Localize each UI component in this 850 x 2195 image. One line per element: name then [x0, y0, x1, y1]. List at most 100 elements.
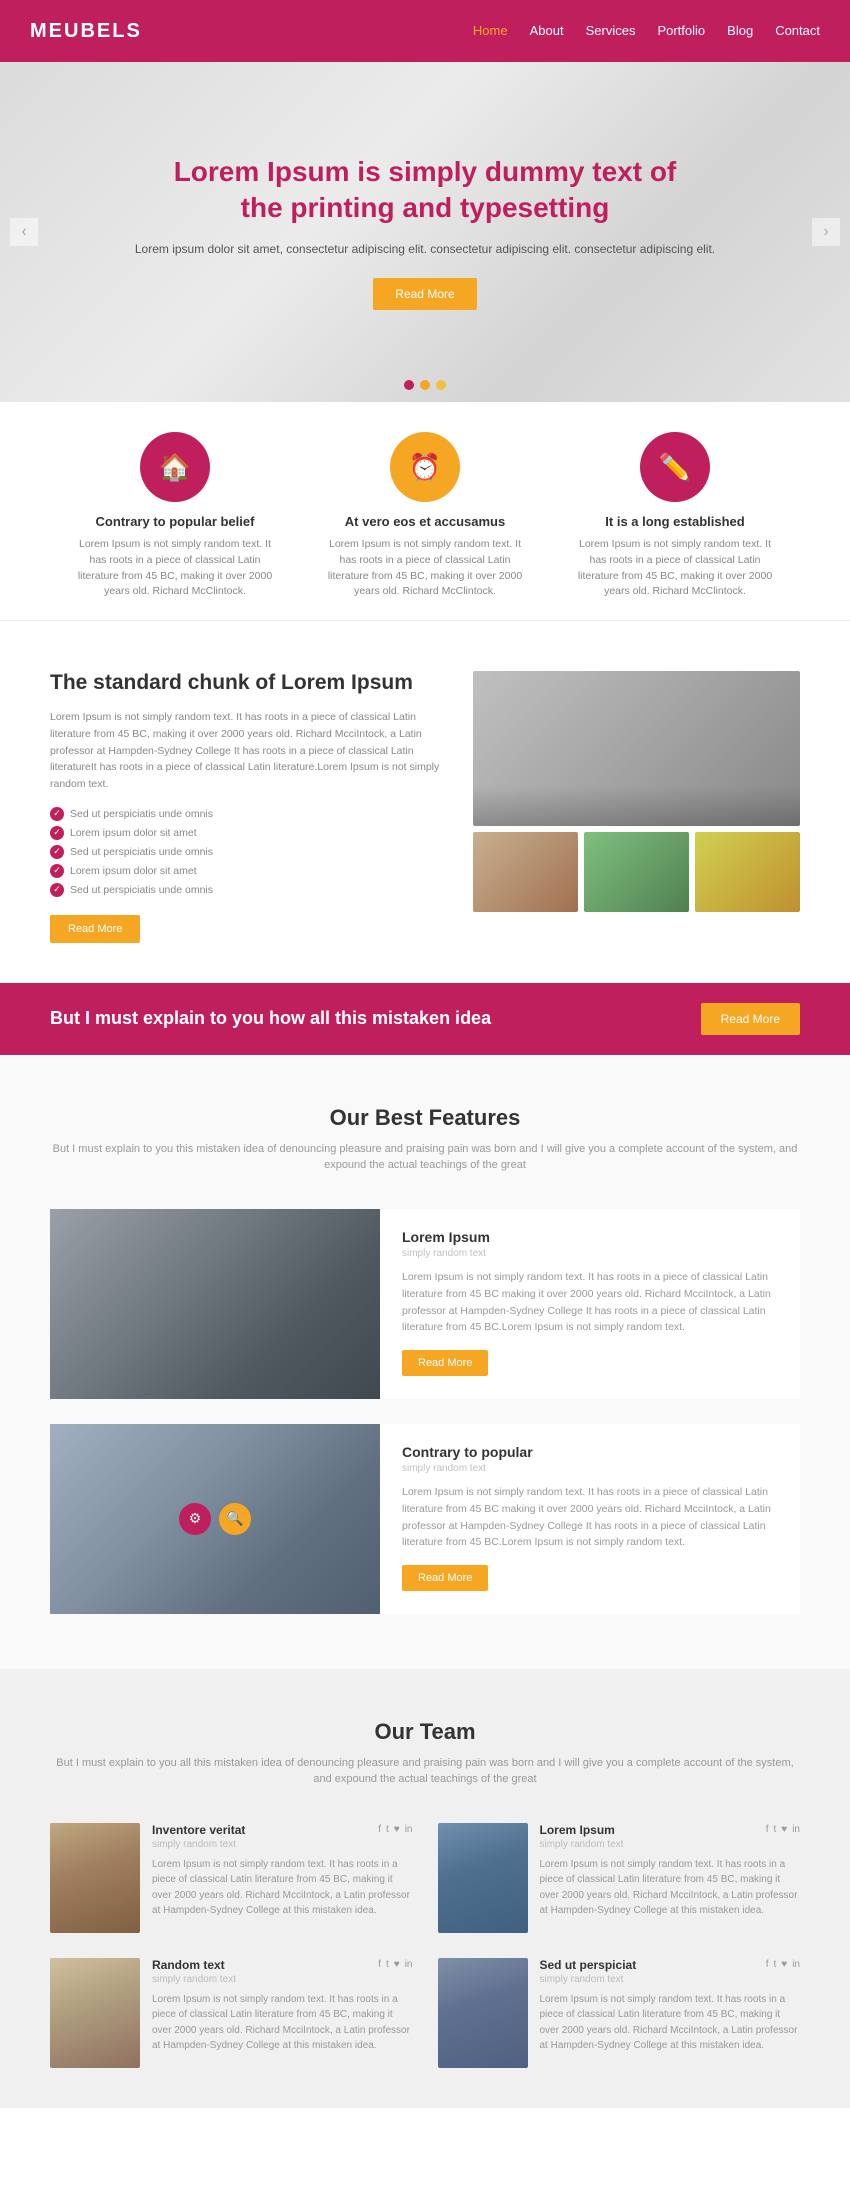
feature-icon-edit: ✏️ — [640, 432, 710, 502]
feature-desc-1: Lorem Ipsum is not simply random text. I… — [70, 537, 280, 600]
social-linkedin-1[interactable]: in — [405, 1824, 413, 1835]
team-role-1: simply random text — [152, 1839, 413, 1850]
hero-content: Lorem Ipsum is simply dummy text of the … — [135, 154, 715, 311]
team-social-1: f t ♥ in — [378, 1824, 412, 1835]
feature-desc-2: Lorem Ipsum is not simply random text. I… — [320, 537, 530, 600]
team-info-4: Sed ut perspiciat f t ♥ in simply random… — [540, 1958, 801, 2054]
hero-dots — [404, 380, 446, 390]
social-twitter-4[interactable]: t — [773, 1959, 776, 1970]
about-images — [473, 671, 800, 912]
team-desc-4: Lorem Ipsum is not simply random text. I… — [540, 1992, 801, 2054]
team-card-3: Random text f t ♥ in simply random text … — [50, 1958, 413, 2068]
nav-contact[interactable]: Contact — [775, 23, 820, 38]
nav-portfolio[interactable]: Portfolio — [657, 23, 705, 38]
social-heart-3[interactable]: ♥ — [394, 1959, 400, 1970]
home-icon: 🏠 — [159, 452, 191, 483]
team-photo-3 — [50, 1958, 140, 2068]
about-heading: The standard chunk of Lorem Ipsum — [50, 671, 443, 695]
social-facebook-2[interactable]: f — [766, 1824, 769, 1835]
social-facebook-1[interactable]: f — [378, 1824, 381, 1835]
team-grid: Inventore veritat f t ♥ in simply random… — [50, 1823, 800, 2068]
team-role-3: simply random text — [152, 1974, 413, 1985]
banner-readmore-button[interactable]: Read More — [701, 1003, 800, 1035]
team-info-3: Random text f t ♥ in simply random text … — [152, 1958, 413, 2054]
feature-card-desc-1: Lorem Ipsum is not simply random text. I… — [402, 1269, 778, 1336]
hero-section: ‹ Lorem Ipsum is simply dummy text of th… — [0, 62, 850, 402]
about-image-small-3 — [695, 832, 800, 912]
social-facebook-3[interactable]: f — [378, 1959, 381, 1970]
nav-blog[interactable]: Blog — [727, 23, 753, 38]
feature-card-title-1: Lorem Ipsum — [402, 1229, 778, 1245]
list-item: Sed ut perspiciatis unde omnis — [50, 807, 443, 821]
feature-card-btn-2[interactable]: Read More — [402, 1565, 488, 1591]
about-readmore-button[interactable]: Read More — [50, 915, 140, 943]
social-twitter-2[interactable]: t — [773, 1824, 776, 1835]
about-text: The standard chunk of Lorem Ipsum Lorem … — [50, 671, 443, 943]
feature-title-2: At vero eos et accusamus — [320, 514, 530, 529]
feature-icon-clock: ⏰ — [390, 432, 460, 502]
nav-links: Home About Services Portfolio Blog Conta… — [473, 22, 820, 40]
clock-icon: ⏰ — [409, 452, 441, 483]
team-photo-1 — [50, 1823, 140, 1933]
hero-next-button[interactable]: › — [812, 218, 840, 246]
feature-card-sub-2: simply random text — [402, 1463, 778, 1474]
team-photo-2 — [438, 1823, 528, 1933]
social-linkedin-4[interactable]: in — [792, 1959, 800, 1970]
hero-heading: Lorem Ipsum is simply dummy text of the … — [135, 154, 715, 227]
feature-desc-3: Lorem Ipsum is not simply random text. I… — [570, 537, 780, 600]
feature-card-title-2: Contrary to popular — [402, 1444, 778, 1460]
team-desc-2: Lorem Ipsum is not simply random text. I… — [540, 1857, 801, 1919]
about-image-small-2 — [584, 832, 689, 912]
social-facebook-4[interactable]: f — [766, 1959, 769, 1970]
team-desc-1: Lorem Ipsum is not simply random text. I… — [152, 1857, 413, 1919]
hero-dot-1[interactable] — [404, 380, 414, 390]
nav-services[interactable]: Services — [586, 23, 636, 38]
team-desc-3: Lorem Ipsum is not simply random text. I… — [152, 1992, 413, 2054]
hero-description: Lorem ipsum dolor sit amet, consectetur … — [135, 240, 715, 258]
team-social-4: f t ♥ in — [766, 1959, 800, 1970]
hero-dot-3[interactable] — [436, 380, 446, 390]
hero-prev-button[interactable]: ‹ — [10, 218, 38, 246]
search-icon[interactable]: 🔍 — [219, 1503, 251, 1535]
best-features-subtitle: But I must explain to you this mistaken … — [50, 1141, 800, 1174]
about-checklist: Sed ut perspiciatis unde omnis Lorem ips… — [50, 807, 443, 897]
team-name-row-4: Sed ut perspiciat f t ♥ in — [540, 1958, 801, 1972]
list-item: Sed ut perspiciatis unde omnis — [50, 845, 443, 859]
about-section: The standard chunk of Lorem Ipsum Lorem … — [0, 631, 850, 983]
features-row: 🏠 Contrary to popular belief Lorem Ipsum… — [0, 402, 850, 610]
team-name-row-3: Random text f t ♥ in — [152, 1958, 413, 1972]
social-heart-2[interactable]: ♥ — [781, 1824, 787, 1835]
banner-strip: But I must explain to you how all this m… — [0, 983, 850, 1055]
brand-logo: MEUBELS — [30, 20, 473, 43]
feature-title-3: It is a long established — [570, 514, 780, 529]
hero-readmore-button[interactable]: Read More — [373, 278, 476, 310]
nav-home[interactable]: Home — [473, 23, 508, 38]
feature-card-sub-1: simply random text — [402, 1248, 778, 1259]
list-item: Lorem ipsum dolor sit amet — [50, 826, 443, 840]
feature-card-text-1: Lorem Ipsum simply random text Lorem Ips… — [380, 1209, 800, 1399]
feature-card-desc-2: Lorem Ipsum is not simply random text. I… — [402, 1484, 778, 1551]
team-info-2: Lorem Ipsum f t ♥ in simply random text … — [540, 1823, 801, 1919]
feature-card-1: Lorem Ipsum simply random text Lorem Ips… — [50, 1209, 800, 1399]
social-twitter-3[interactable]: t — [386, 1959, 389, 1970]
navbar: MEUBELS Home About Services Portfolio Bl… — [0, 0, 850, 62]
social-heart-4[interactable]: ♥ — [781, 1959, 787, 1970]
feature-card-text-2: Contrary to popular simply random text L… — [380, 1424, 800, 1614]
link-icon[interactable]: ⚙ — [179, 1503, 211, 1535]
team-social-2: f t ♥ in — [766, 1824, 800, 1835]
team-title: Our Team — [50, 1719, 800, 1745]
nav-about[interactable]: About — [530, 23, 564, 38]
social-linkedin-3[interactable]: in — [405, 1959, 413, 1970]
team-name-3: Random text — [152, 1958, 225, 1972]
feature-card-btn-1[interactable]: Read More — [402, 1350, 488, 1376]
overlay-icons: ⚙ 🔍 — [179, 1503, 251, 1535]
team-card-2: Lorem Ipsum f t ♥ in simply random text … — [438, 1823, 801, 1933]
social-heart-1[interactable]: ♥ — [394, 1824, 400, 1835]
social-linkedin-2[interactable]: in — [792, 1824, 800, 1835]
edit-icon: ✏️ — [659, 452, 691, 483]
best-features-section: Our Best Features But I must explain to … — [0, 1055, 850, 1669]
hero-dot-2[interactable] — [420, 380, 430, 390]
feature-card-image-1 — [50, 1209, 380, 1399]
social-twitter-1[interactable]: t — [386, 1824, 389, 1835]
about-image-small-1 — [473, 832, 578, 912]
